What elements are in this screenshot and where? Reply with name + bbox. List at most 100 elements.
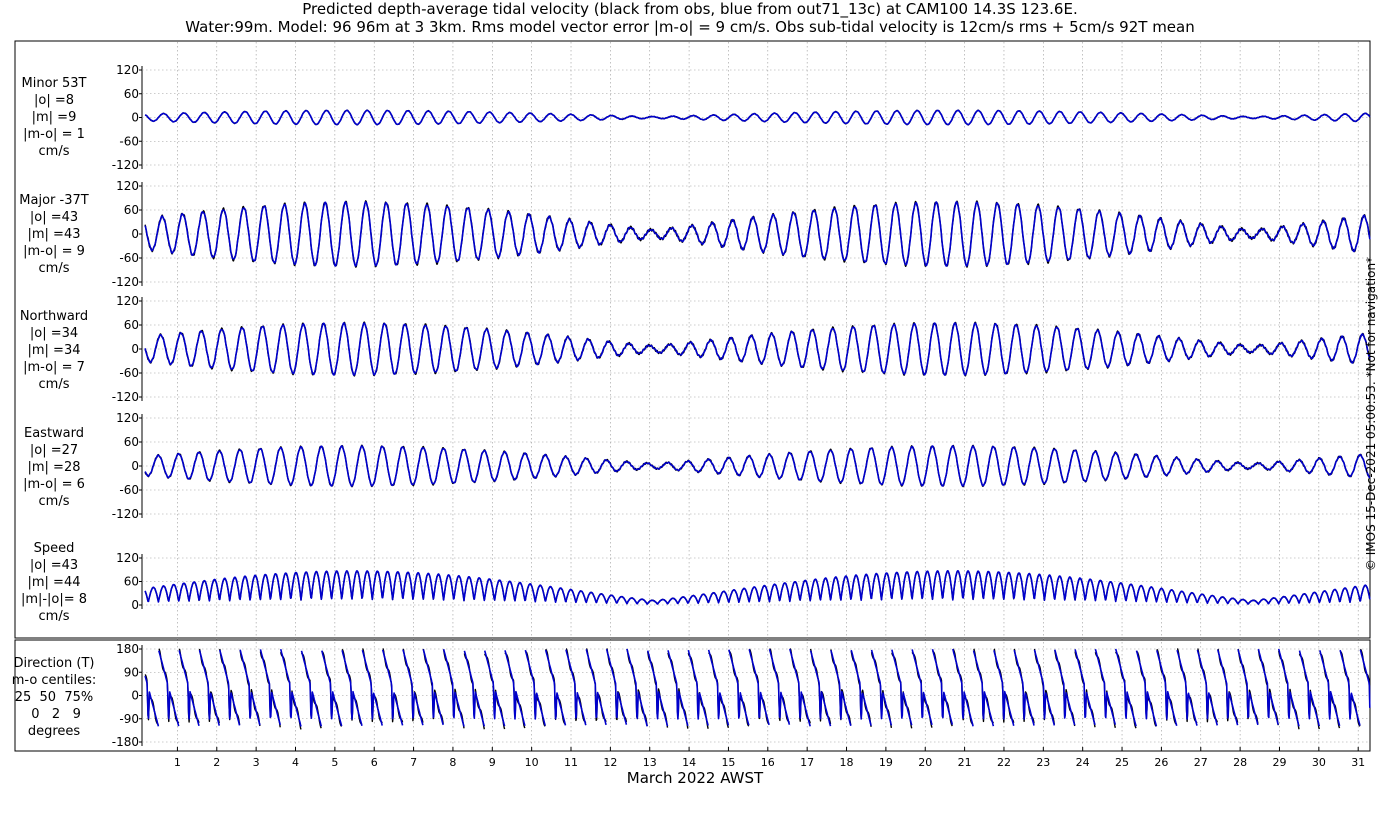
x-tick-label: 27 — [1194, 756, 1208, 769]
x-tick-label: 9 — [489, 756, 496, 769]
y-tick-label-minor: 120 — [116, 63, 139, 77]
y-tick-label-major: 0 — [131, 227, 139, 241]
panel-label-line: |m-o| = 7 — [23, 360, 85, 375]
series-model-speed — [144, 570, 1371, 605]
panel-label-major: Major -37T |o| =43 |m| =43 |m-o| = 9 cm/s — [4, 192, 104, 277]
x-tick-label: 12 — [603, 756, 617, 769]
panel-label-line: |o| =43 — [29, 210, 79, 225]
series-model-direction — [144, 648, 1371, 727]
x-tick-label: 28 — [1233, 756, 1247, 769]
y-tick-label-major: 120 — [116, 179, 139, 193]
panel-label-line: |m| =44 — [27, 575, 81, 590]
x-tick-label: 6 — [371, 756, 378, 769]
x-tick-label: 24 — [1076, 756, 1090, 769]
x-tick-label: 2 — [213, 756, 220, 769]
y-tick-label-northward: 60 — [124, 318, 139, 332]
panel-label-eastward: Eastward |o| =27 |m| =28 |m-o| = 6 cm/s — [4, 425, 104, 510]
y-tick-label-northward: -120 — [112, 390, 139, 404]
panel-label-line: cm/s — [38, 144, 70, 159]
panel-label-line: |o| =43 — [29, 558, 79, 573]
y-tick-label-major: 60 — [124, 203, 139, 217]
x-tick-label: 7 — [410, 756, 417, 769]
panel-label-line: |m-o| = 6 — [23, 477, 85, 492]
x-tick-label: 1 — [174, 756, 181, 769]
x-tick-label: 25 — [1115, 756, 1129, 769]
panel-label-speed: Speed |o| =43 |m| =44 |m|-|o|= 8 cm/s — [4, 540, 104, 625]
series-model-major — [144, 201, 1371, 267]
panel-label-direction: Direction (T) m-o centiles: 25 50 75% 0 2 … — [4, 655, 104, 740]
panel-label-line: cm/s — [38, 377, 70, 392]
y-tick-label-minor: -120 — [112, 158, 139, 172]
x-tick-label: 11 — [564, 756, 578, 769]
x-tick-label: 4 — [292, 756, 299, 769]
panel-label-line: Speed — [33, 541, 75, 556]
y-tick-label-minor: 0 — [131, 111, 139, 125]
series-model-minor — [144, 109, 1371, 126]
panel-label-line: |m-o| = 9 — [23, 244, 85, 259]
x-tick-label: 13 — [643, 756, 657, 769]
panel-label-line: Direction (T) — [13, 656, 95, 671]
panel-label-line: Major -37T — [19, 193, 89, 208]
x-tick-label: 21 — [958, 756, 972, 769]
x-tick-label: 5 — [331, 756, 338, 769]
panel-label-line: cm/s — [38, 494, 70, 509]
panel-label-line: 25 50 75% — [14, 690, 94, 705]
panel-label-line: |m| =9 — [31, 110, 77, 125]
panel-label-line: |o| =8 — [33, 93, 74, 108]
y-tick-label-northward: -60 — [119, 366, 139, 380]
y-tick-label-direction: -90 — [119, 712, 139, 726]
panel-label-line: degrees — [27, 724, 81, 739]
panel-label-line: cm/s — [38, 261, 70, 276]
panel-label-line: Northward — [19, 309, 89, 324]
chart-canvas: 1 2 3 4 5 6 7 8 9 10 11 12 13 14 15 16 17 18 19 20 21 22 23 24 2… — [14, 40, 1371, 769]
panel-label-line: |m| =28 — [27, 460, 81, 475]
y-tick-label-eastward: 120 — [116, 411, 139, 425]
y-tick-label-direction: -180 — [112, 735, 139, 749]
x-tick-label: 16 — [761, 756, 775, 769]
panel-label-line: m-o centiles: — [11, 673, 97, 688]
panel-label-line: |m-o| = 1 — [23, 127, 85, 142]
y-tick-label-northward: 0 — [131, 342, 139, 356]
x-tick-label: 14 — [682, 756, 696, 769]
x-tick-label: 19 — [879, 756, 893, 769]
x-tick-label: 20 — [918, 756, 932, 769]
y-tick-label-direction: 180 — [116, 642, 139, 656]
x-tick-label: 18 — [840, 756, 854, 769]
panel-label-line: Minor 53T — [21, 76, 87, 91]
y-tick-label-direction: 90 — [124, 665, 139, 679]
x-tick-label: 26 — [1154, 756, 1168, 769]
panel-label-line: |m| =34 — [27, 343, 81, 358]
panel-label-line: Eastward — [23, 426, 85, 441]
y-tick-label-eastward: -120 — [112, 507, 139, 521]
y-tick-label-northward: 120 — [116, 294, 139, 308]
panel-label-line: |o| =27 — [29, 443, 79, 458]
x-tick-label: 8 — [449, 756, 456, 769]
x-tick-label: 17 — [800, 756, 814, 769]
y-tick-label-major: -120 — [112, 275, 139, 289]
x-tick-label: 23 — [1036, 756, 1050, 769]
panel-label-line: |m|-|o|= 8 — [20, 592, 88, 607]
y-tick-label-speed: 60 — [124, 575, 139, 589]
x-tick-label: 30 — [1312, 756, 1326, 769]
x-tick-label: 15 — [721, 756, 735, 769]
y-tick-label-direction: 0 — [131, 689, 139, 703]
panel-label-line: |o| =34 — [29, 326, 79, 341]
panel-label-northward: Northward |o| =34 |m| =34 |m-o| = 7 cm/s — [4, 308, 104, 393]
y-tick-label-minor: 60 — [124, 87, 139, 101]
y-tick-label-eastward: -60 — [119, 483, 139, 497]
y-tick-label-speed: 0 — [131, 598, 139, 612]
panel-label-line: |m| =43 — [27, 227, 81, 242]
x-tick-label: 22 — [997, 756, 1011, 769]
panel-label-line: 0 2 9 — [27, 707, 81, 722]
y-tick-label-eastward: 60 — [124, 435, 139, 449]
copyright-note: © IMOS 15-Dec-2021 05:00:53. *Not for na… — [1364, 256, 1378, 572]
y-tick-label-eastward: 0 — [131, 459, 139, 473]
x-tick-label: 29 — [1272, 756, 1286, 769]
y-tick-label-minor: -60 — [119, 134, 139, 148]
x-tick-label: 10 — [525, 756, 539, 769]
panel-label-line: cm/s — [38, 609, 70, 624]
y-tick-label-major: -60 — [119, 251, 139, 265]
x-axis-label: March 2022 AWST — [626, 769, 764, 787]
panel-label-minor: Minor 53T |o| =8 |m| =9 |m-o| = 1 cm/s — [4, 75, 104, 160]
x-tick-label: 3 — [253, 756, 260, 769]
